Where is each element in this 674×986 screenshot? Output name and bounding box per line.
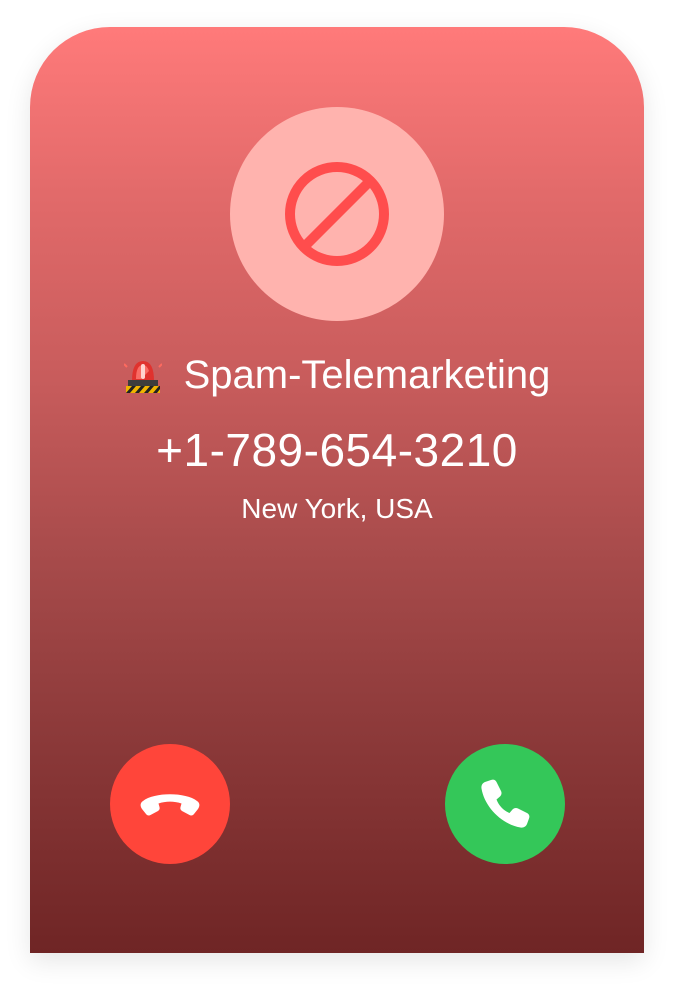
decline-call-button[interactable] [110,744,230,864]
block-icon [285,162,389,266]
phone-icon [481,779,530,828]
phone-hangup-icon [140,794,200,816]
caller-id-row: Spam-Telemarketing [30,349,644,401]
spam-status-badge [230,107,444,321]
phone-number: +1-789-654-3210 [156,424,518,476]
siren-icon [123,361,162,393]
caller-label: Spam-Telemarketing [183,353,551,397]
caller-location: New York, USA [241,493,433,524]
incoming-call-screen: Spam-Telemarketing +1-789-654-3210 New Y… [30,27,644,953]
accept-call-button[interactable] [445,744,565,864]
